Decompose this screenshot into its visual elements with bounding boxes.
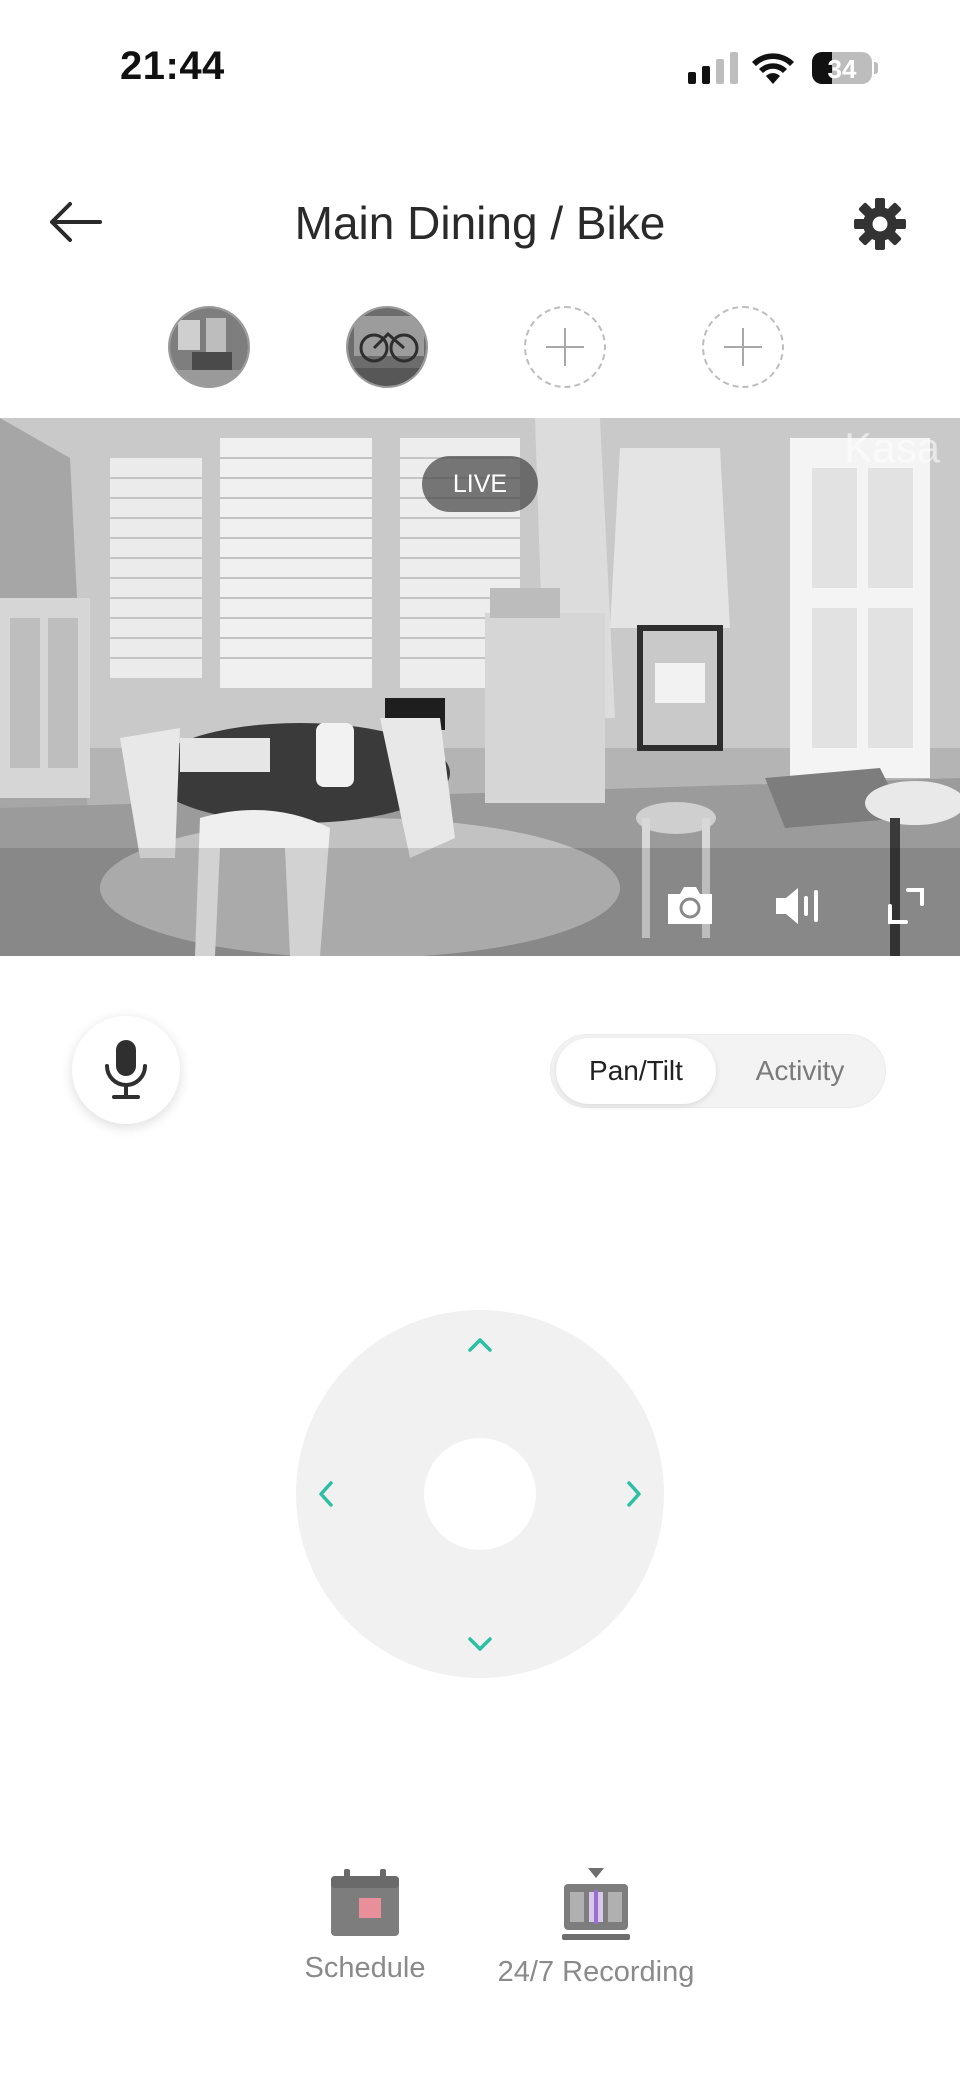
arrow-left-icon <box>50 202 102 242</box>
talk-button[interactable] <box>72 1016 180 1124</box>
chevron-down-icon[interactable] <box>460 1624 500 1664</box>
fullscreen-icon <box>888 888 924 924</box>
live-view[interactable]: Kasa LIVE <box>0 418 960 956</box>
pan-tilt-joystick[interactable] <box>296 1310 664 1678</box>
schedule-label: Schedule <box>304 1952 426 1984</box>
status-time: 21:44 <box>120 44 225 88</box>
chevron-up-icon[interactable] <box>460 1324 500 1364</box>
tab-pan-tilt[interactable]: Pan/Tilt <box>556 1038 716 1104</box>
cellular-signal-icon <box>688 52 738 84</box>
add-camera-button[interactable] <box>524 306 606 388</box>
recording-icon <box>562 1868 630 1940</box>
snapshot-button[interactable] <box>660 876 720 936</box>
tab-activity[interactable]: Activity <box>720 1038 880 1104</box>
speaker-volume-icon <box>776 888 818 924</box>
joystick-center[interactable] <box>424 1438 536 1550</box>
gear-icon <box>854 198 906 250</box>
kasa-watermark: Kasa <box>844 424 940 471</box>
live-badge[interactable]: LIVE <box>422 456 538 512</box>
microphone-icon <box>105 1040 147 1099</box>
battery-percentage: 34 <box>827 54 857 84</box>
chevron-left-icon[interactable] <box>306 1474 346 1514</box>
recording-label: 24/7 Recording <box>497 1956 695 1988</box>
volume-button[interactable] <box>768 876 828 936</box>
add-camera-button[interactable] <box>702 306 784 388</box>
camera-thumbnail-bike[interactable] <box>346 306 428 388</box>
schedule-button[interactable]: Schedule <box>290 1868 440 1985</box>
battery-icon: 34 <box>812 52 872 84</box>
camera-thumbnail-image <box>170 308 248 386</box>
battery-tip <box>874 62 878 74</box>
view-mode-toggle: Pan/Tilt Activity <box>550 1034 886 1108</box>
status-bar: 21:44 34 <box>0 0 960 140</box>
settings-button[interactable] <box>852 196 908 252</box>
fullscreen-button[interactable] <box>876 876 936 936</box>
wifi-icon <box>752 53 794 84</box>
camera-thumbnail-image <box>348 308 426 386</box>
page-title: Main Dining / Bike <box>294 197 666 249</box>
camera-switcher <box>168 306 784 388</box>
back-button[interactable] <box>44 190 108 254</box>
calendar-icon <box>331 1869 399 1936</box>
chevron-right-icon[interactable] <box>614 1474 654 1514</box>
camera-snapshot-icon <box>668 887 712 924</box>
camera-thumbnail-main-dining[interactable] <box>168 306 250 388</box>
recording-button[interactable]: 24/7 Recording <box>480 1868 712 1989</box>
